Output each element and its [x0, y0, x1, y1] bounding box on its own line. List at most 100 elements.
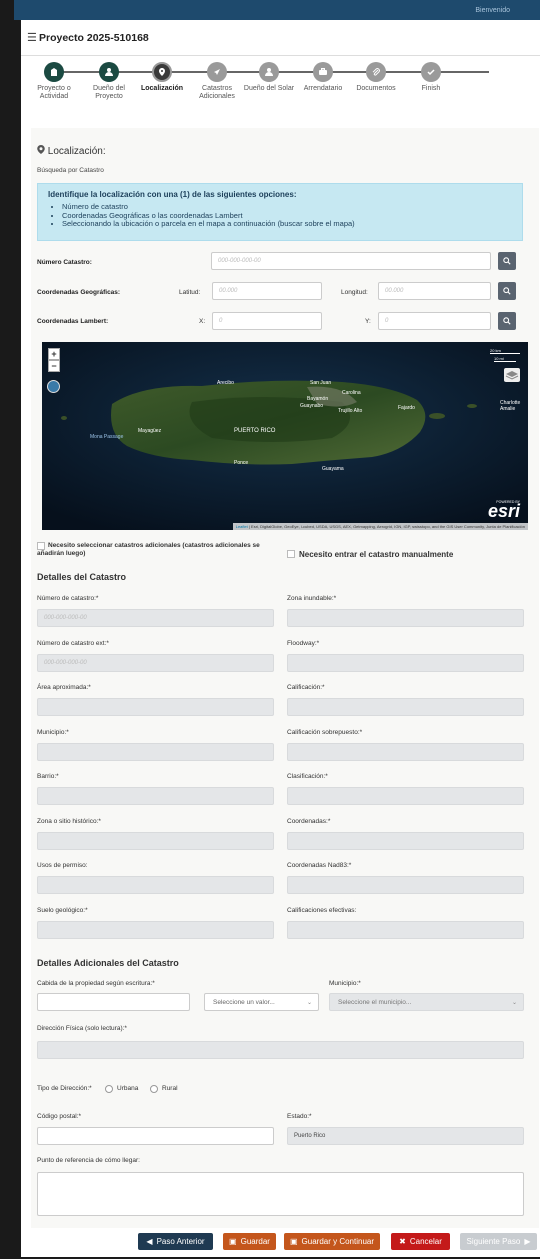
save-continue-button[interactable]: ▣ Guardar y Continuar — [284, 1233, 380, 1250]
esri-logo: esri — [487, 501, 520, 521]
floppy-icon: ▣ — [229, 1237, 237, 1246]
lambert-search-button[interactable] — [498, 312, 516, 330]
project-card: ☰ Proyecto 2025-510168 Proyecto o Activi… — [21, 20, 540, 1257]
arrow-left-icon: ◀ — [146, 1237, 153, 1246]
right-field-input — [287, 742, 524, 761]
tipo-direccion-label: Tipo de Dirección:* — [37, 1085, 92, 1092]
additional-title: Detalles Adicionales del Catastro — [37, 958, 179, 968]
lat-label: Latitud: — [179, 289, 201, 296]
manual-entry-label: Necesito entrar el catastro manualmente — [299, 550, 454, 559]
map-label: PUERTO RICO — [234, 428, 276, 434]
info-list: Número de catastro Coordenadas Geográfic… — [62, 202, 355, 229]
y-label: Y: — [365, 318, 371, 325]
latitude-input[interactable]: 00.000 — [212, 282, 322, 300]
arrow-right-icon: ▶ — [524, 1237, 531, 1246]
catastro-search-button[interactable] — [498, 252, 516, 270]
right-field-input — [287, 920, 524, 939]
step-2-label: Dueño del Proyecto — [93, 85, 125, 100]
map-label: Mayagüez — [138, 428, 162, 434]
satellite-map[interactable]: + − 20 km 10 mi Arecibo San Juan Carolin… — [42, 342, 528, 530]
map-label: San Juan — [310, 380, 332, 386]
welcome-text: Bienvenido — [475, 7, 510, 14]
locate-button[interactable] — [47, 380, 60, 393]
search-icon — [503, 257, 511, 265]
left-field-label: Municipio:* — [37, 728, 69, 736]
right-field-label: Calificaciones efectivas: — [287, 906, 357, 914]
direccion-input — [37, 1041, 524, 1059]
municipio-select[interactable]: Seleccione el municipio... ⌄ — [329, 993, 524, 1011]
save-button[interactable]: ▣ Guardar — [223, 1233, 276, 1250]
step-6-circle[interactable] — [313, 62, 333, 82]
right-field-input — [287, 698, 524, 716]
right-field-label: Coordenadas Nad83:* — [287, 862, 352, 869]
zoom-in-button[interactable]: + — [48, 348, 60, 360]
right-field-input — [287, 653, 524, 672]
step-3-circle[interactable] — [152, 62, 172, 82]
map-label: Trujillo Alto — [338, 408, 363, 414]
map-label: Charlotte Amalie — [500, 400, 521, 412]
user-icon — [265, 68, 273, 76]
right-field-label: Coordenadas:* — [287, 817, 331, 825]
user-icon — [105, 68, 113, 76]
urbana-label: Urbana — [117, 1085, 139, 1092]
step-8-circle[interactable] — [421, 62, 441, 82]
left-field-label: Número de catastro:* — [37, 595, 99, 602]
step-2-circle[interactable] — [99, 62, 119, 82]
location-subtitle: Búsqueda por Catastro — [37, 167, 104, 174]
search-icon — [503, 287, 511, 295]
catastro-input[interactable]: 000-000-000-00 — [211, 252, 491, 270]
info-title: Identifique la localización con una (1) … — [48, 190, 297, 199]
map-attribution: Leaflet | Esri, DigitalGlobe, GeoEye, i-… — [232, 523, 528, 530]
left-field-label: Usos de permiso: — [37, 862, 88, 869]
lambert-y-input[interactable]: 0 — [378, 312, 491, 330]
geo-search-button[interactable] — [498, 282, 516, 300]
card-header: ☰ Proyecto 2025-510168 — [21, 20, 540, 56]
cabida-input[interactable] — [37, 993, 190, 1011]
direccion-label: Dirección Física (solo lectura):* — [37, 1025, 127, 1032]
cancel-button[interactable]: ✖ Cancelar — [391, 1233, 450, 1250]
catastro-label: Número Catastro: — [37, 259, 92, 266]
left-field-input — [37, 920, 274, 939]
unit-select[interactable]: Seleccione un valor... ⌄ — [204, 993, 319, 1011]
scale-km: 20 km — [490, 348, 520, 354]
manual-entry-checkbox[interactable] — [287, 550, 295, 558]
briefcase-icon — [319, 68, 327, 75]
step-4-circle[interactable] — [207, 62, 227, 82]
right-field-input — [287, 876, 524, 894]
prev-step-button[interactable]: ◀ Paso Anterior — [138, 1233, 213, 1250]
compass-icon — [214, 69, 220, 75]
close-circle-icon: ✖ — [399, 1237, 406, 1246]
zoom-out-button[interactable]: − — [48, 360, 60, 372]
map-label: Mona Passage — [90, 434, 124, 440]
map-label: Fajardo — [398, 405, 415, 411]
map-label: Bayamón — [307, 396, 329, 402]
referencia-textarea[interactable] — [37, 1172, 524, 1216]
top-bar: Bienvenido — [14, 0, 540, 20]
left-field-label: Suelo geológico:* — [37, 906, 88, 914]
lon-label: Longitud: — [341, 289, 368, 296]
leaflet-link[interactable]: Leaflet — [236, 524, 248, 529]
lambert-x-input[interactable]: 0 — [212, 312, 322, 330]
left-field-label: Número de catastro ext:* — [37, 639, 109, 647]
step-1-label: Proyecto o Actividad — [37, 85, 71, 100]
urbana-radio[interactable] — [105, 1085, 113, 1093]
postal-label: Código postal:* — [37, 1113, 82, 1120]
step-1-circle[interactable] — [44, 62, 64, 82]
left-field-input: 000-000-000-00 — [37, 653, 274, 672]
step-8-label: Finish — [421, 85, 441, 92]
cabida-label: Cabida de la propiedad según escritura:* — [37, 980, 155, 987]
right-field-input — [287, 831, 524, 850]
rural-radio[interactable] — [150, 1085, 158, 1093]
map-label: Guaynabo — [300, 403, 324, 409]
footer-actions: ◀ Paso Anterior ▣ Guardar ▣ Guardar y Conti… — [21, 1228, 540, 1257]
step-7-circle[interactable] — [366, 62, 386, 82]
lambert-label: Coordenadas Lambert: — [37, 318, 109, 325]
postal-input[interactable] — [37, 1127, 274, 1145]
layers-button[interactable] — [504, 368, 520, 382]
step-5-circle[interactable] — [259, 62, 279, 82]
location-pin-icon — [159, 68, 165, 76]
next-step-button[interactable]: Siguiente Paso ▶ — [460, 1233, 537, 1250]
right-field-label: Calificación sobrepuesto:* — [287, 728, 363, 736]
longitude-input[interactable]: 00.000 — [378, 282, 491, 300]
map-label: Guayama — [322, 466, 344, 472]
